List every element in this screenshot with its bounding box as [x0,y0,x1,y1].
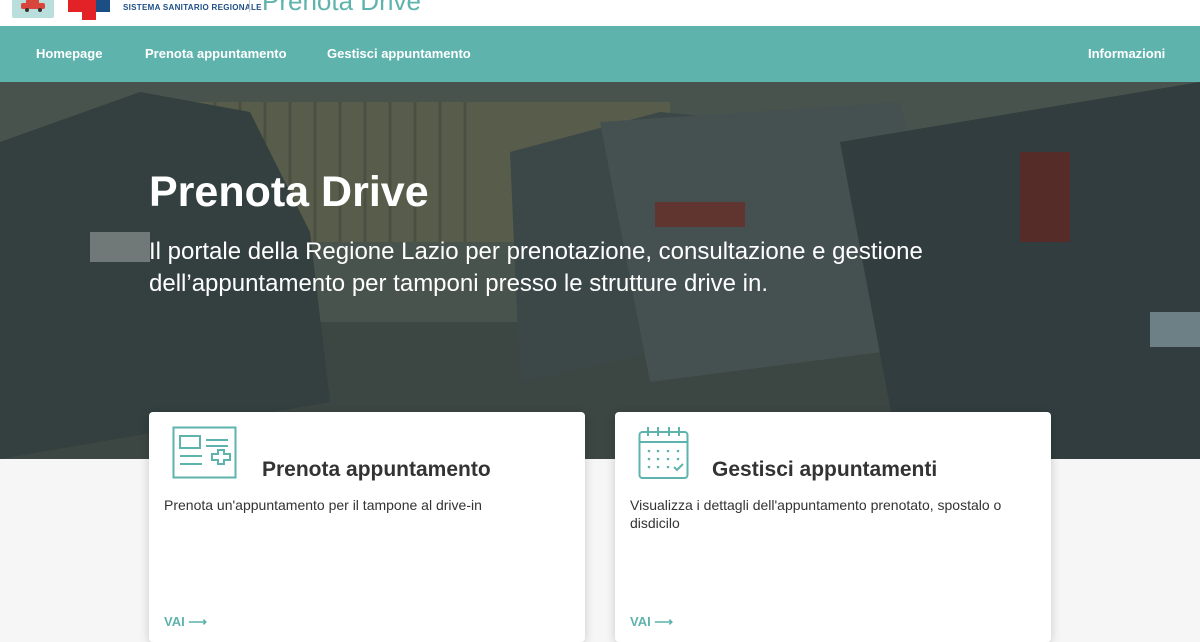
card-title: Prenota appuntamento [262,458,491,481]
arrow-right-icon: ⟶ [654,614,673,629]
car-icon [21,0,45,12]
card-go-label: VAI [164,614,185,629]
hero-title: Prenota Drive [149,168,429,216]
brand-title: Prenota Drive [262,0,421,16]
card-description: Visualizza i dettagli dell'appuntamento … [630,497,1002,531]
drive-logo[interactable] [12,0,54,18]
hero-subtitle: Il portale della Regione Lazio per preno… [149,238,923,297]
calendar-check-icon [638,427,689,479]
top-header: SISTEMA SANITARIO REGIONALE Prenota Driv… [0,0,1200,26]
main-nav: Homepage Prenota appuntamento Gestisci a… [0,26,1200,82]
card-title: Gestisci appuntamenti [712,458,938,481]
card-description: Prenota un'appuntamento per il tampone a… [164,497,482,513]
id-card-plus-icon [172,426,237,479]
hero-banner: Prenota Drive Il portale della Regione L… [0,82,1200,459]
card-go-label: VAI [630,614,651,629]
header-divider [249,0,250,12]
nav-gestisci-appuntamento[interactable]: Gestisci appuntamento [327,46,471,61]
nav-informazioni[interactable]: Informazioni [1088,46,1165,61]
arrow-right-icon: ⟶ [188,614,207,629]
nav-prenota-appuntamento[interactable]: Prenota appuntamento [145,46,287,61]
nav-homepage[interactable]: Homepage [36,46,102,61]
region-text: SISTEMA SANITARIO REGIONALE [123,3,262,12]
card-prenota[interactable]: Prenota appuntamento Prenota un'appuntam… [149,412,585,642]
red-cross-logo-icon [68,0,110,20]
card-gestisci[interactable]: Gestisci appuntamenti Visualizza i detta… [615,412,1051,642]
